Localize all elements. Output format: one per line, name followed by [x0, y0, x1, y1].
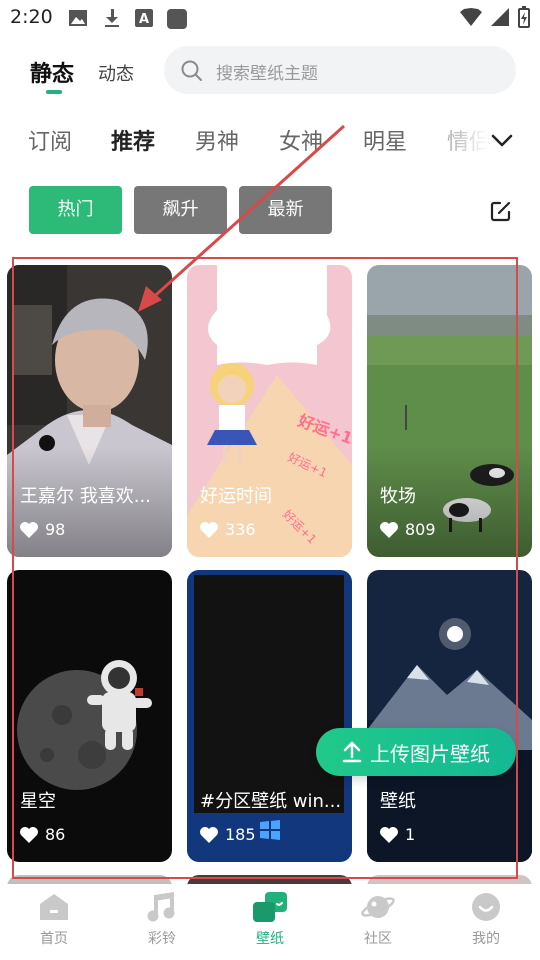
search-input[interactable]: 搜索壁纸主题 — [164, 46, 516, 94]
like-count-value: 185 — [225, 825, 256, 844]
like-count: 86 — [19, 825, 65, 844]
nav-label-home: 首页 — [40, 931, 68, 947]
like-count-value: 86 — [45, 825, 66, 844]
heart-icon[interactable] — [199, 521, 219, 539]
wallpaper-card[interactable]: 牧场 809 — [367, 265, 532, 557]
category-tab-recommend[interactable]: 推荐 — [111, 124, 155, 156]
like-count: 809 — [379, 520, 436, 539]
like-count: 336 — [199, 520, 256, 539]
profile-icon — [472, 893, 500, 921]
wallpaper-thumbnail — [187, 570, 352, 862]
wallpaper-title: 王嘉尔 我喜欢... — [20, 486, 151, 507]
home-icon — [40, 894, 68, 920]
chevron-down-icon[interactable] — [488, 126, 516, 154]
status-time: 2:20 — [10, 6, 53, 28]
nav-item-community[interactable]: 社区 — [333, 892, 423, 948]
heart-icon[interactable] — [379, 521, 399, 539]
wallpaper-title: 壁纸 — [380, 791, 416, 812]
wallpaper-title: #分区壁纸 win... — [200, 791, 342, 812]
wallpaper-icon — [253, 892, 287, 922]
wallpaper-title: 好运时间 — [200, 486, 272, 507]
nav-label-wallpaper: 壁纸 — [256, 931, 284, 947]
like-count: 1 — [379, 825, 415, 844]
like-count: 185 — [199, 825, 256, 844]
like-count-value: 809 — [405, 520, 436, 539]
tab-static[interactable]: 静态 — [30, 56, 74, 88]
music-icon — [147, 892, 175, 922]
nav-item-wallpaper[interactable]: 壁纸 — [225, 892, 315, 948]
heart-icon[interactable] — [199, 826, 219, 844]
edit-icon[interactable] — [490, 200, 512, 222]
like-count: 98 — [19, 520, 65, 539]
wallpaper-thumbnail: 好运+1 好运+1 好运+1 — [187, 265, 352, 557]
wallpaper-card[interactable]: 星空 86 — [7, 570, 172, 862]
download-icon — [105, 9, 119, 27]
nav-item-home[interactable]: 首页 — [9, 892, 99, 948]
upload-wallpaper-button[interactable]: 上传图片壁纸 — [316, 728, 516, 776]
filter-hot-button[interactable]: 热门 — [29, 186, 122, 234]
signal-icon — [491, 8, 509, 26]
heart-icon[interactable] — [379, 826, 399, 844]
wallpaper-card[interactable]: 好运+1 好运+1 好运+1 好运时间 336 — [187, 265, 352, 557]
tab-indicator — [46, 90, 62, 94]
filter-newest-button[interactable]: 最新 — [239, 186, 332, 234]
bottom-nav: 首页 彩铃 壁纸 社区 我的 — [0, 884, 540, 960]
wallpaper-card[interactable]: 王嘉尔 我喜欢... 98 — [7, 265, 172, 557]
wallpaper-title: 星空 — [20, 791, 56, 812]
heart-icon[interactable] — [19, 521, 39, 539]
category-tab-subscribe[interactable]: 订阅 — [28, 124, 72, 156]
category-tab-male-idol[interactable]: 男神 — [195, 124, 239, 156]
nav-item-ringtone[interactable]: 彩铃 — [117, 892, 207, 948]
a-letter-icon: A — [135, 9, 153, 27]
upload-wallpaper-label: 上传图片壁纸 — [370, 741, 490, 766]
heart-icon[interactable] — [19, 826, 39, 844]
svg-text:A: A — [139, 12, 149, 27]
search-placeholder: 搜索壁纸主题 — [216, 64, 318, 84]
category-tabs: 订阅 推荐 男神 女神 明星 情侣 — [0, 118, 540, 162]
status-bar: 2:20 A — [0, 0, 540, 36]
planet-icon — [361, 896, 395, 918]
image-icon — [69, 10, 87, 26]
wallpaper-card[interactable]: 壁纸 1 — [367, 570, 532, 862]
tab-dynamic[interactable]: 动态 — [98, 60, 134, 86]
like-count-value: 336 — [225, 520, 256, 539]
filter-rising-button[interactable]: 飙升 — [134, 186, 227, 234]
top-header: 静态 动态 搜索壁纸主题 — [0, 44, 540, 104]
app-square-icon — [167, 9, 187, 29]
like-count-value: 1 — [405, 825, 416, 844]
nav-label-community: 社区 — [364, 931, 392, 947]
nav-item-me[interactable]: 我的 — [441, 892, 531, 948]
wallpaper-thumbnail — [367, 570, 532, 862]
filter-bar: 热门 飙升 最新 — [0, 186, 540, 236]
wallpaper-title: 牧场 — [380, 486, 416, 507]
nav-label-ringtone: 彩铃 — [148, 931, 176, 947]
category-tab-female-idol[interactable]: 女神 — [279, 124, 323, 156]
search-icon — [181, 60, 202, 81]
like-count-value: 98 — [45, 520, 66, 539]
wallpaper-card[interactable]: #分区壁纸 win... 185 — [187, 570, 352, 862]
wallpaper-thumbnail — [7, 570, 172, 862]
upload-arrow-icon — [342, 741, 362, 763]
battery-icon — [518, 6, 530, 28]
status-right — [460, 6, 530, 28]
category-tab-celebrity[interactable]: 明星 — [363, 124, 407, 156]
wifi-icon — [460, 8, 482, 26]
nav-label-me: 我的 — [472, 931, 500, 947]
